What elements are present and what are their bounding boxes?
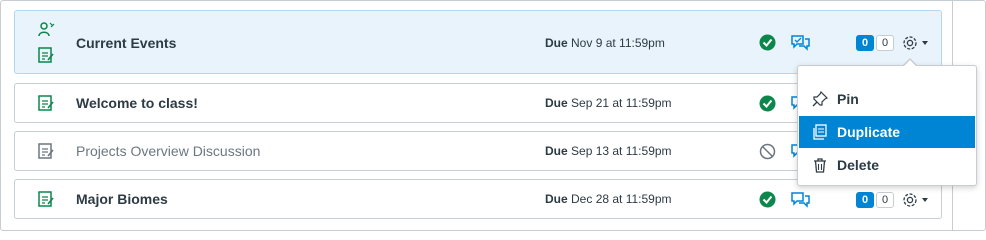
duplicate-icon <box>811 123 829 141</box>
discussion-title[interactable]: Projects Overview Discussion <box>76 143 260 159</box>
reply-badges: 0 0 <box>856 35 894 51</box>
total-replies-badge: 0 <box>876 192 894 208</box>
published-check-icon[interactable] <box>759 191 776 208</box>
due-date: Due Nov 9 at 11:59pm <box>545 36 665 50</box>
manage-menu-button[interactable] <box>901 191 931 209</box>
gear-icon <box>903 193 917 207</box>
menu-item-label: Pin <box>837 91 859 107</box>
discussion-title[interactable]: Current Events <box>76 35 176 51</box>
assignment-discussion-icon <box>37 190 55 208</box>
discussion-title[interactable]: Welcome to class! <box>76 95 198 111</box>
assignment-discussion-icon <box>37 94 55 112</box>
subscribe-discussion-icon[interactable] <box>791 191 811 209</box>
chevron-down-icon <box>922 198 928 202</box>
menu-item-delete[interactable]: Delete <box>799 149 975 181</box>
reply-badges: 0 0 <box>856 192 894 208</box>
group-discussion-icon <box>37 21 55 39</box>
trash-icon <box>811 156 829 174</box>
assignment-discussion-icon <box>37 142 55 160</box>
discussion-title[interactable]: Major Biomes <box>76 191 168 207</box>
published-check-icon[interactable] <box>759 34 776 51</box>
gear-icon <box>903 36 917 50</box>
due-date: Due Dec 28 at 11:59pm <box>545 192 672 206</box>
unread-count-badge: 0 <box>856 192 874 208</box>
due-date: Due Sep 21 at 11:59pm <box>545 96 672 110</box>
published-check-icon[interactable] <box>759 95 776 112</box>
menu-item-duplicate[interactable]: Duplicate <box>799 116 975 148</box>
menu-item-pin[interactable]: Pin <box>799 83 975 115</box>
unpublished-icon[interactable] <box>759 143 776 160</box>
total-replies-badge: 0 <box>876 35 894 51</box>
menu-item-label: Duplicate <box>837 124 901 140</box>
manage-dropdown-menu: Pin Duplicate Delete <box>797 65 977 186</box>
manage-menu-button[interactable] <box>901 34 931 52</box>
assignment-discussion-icon <box>37 46 55 64</box>
unread-count-badge: 0 <box>856 35 874 51</box>
subscribe-discussion-icon[interactable] <box>791 34 811 52</box>
menu-item-label: Delete <box>837 157 880 173</box>
due-date: Due Sep 13 at 11:59pm <box>545 144 672 158</box>
menu-caret-inner <box>903 60 917 67</box>
chevron-down-icon <box>922 41 928 45</box>
pin-icon <box>811 90 829 108</box>
